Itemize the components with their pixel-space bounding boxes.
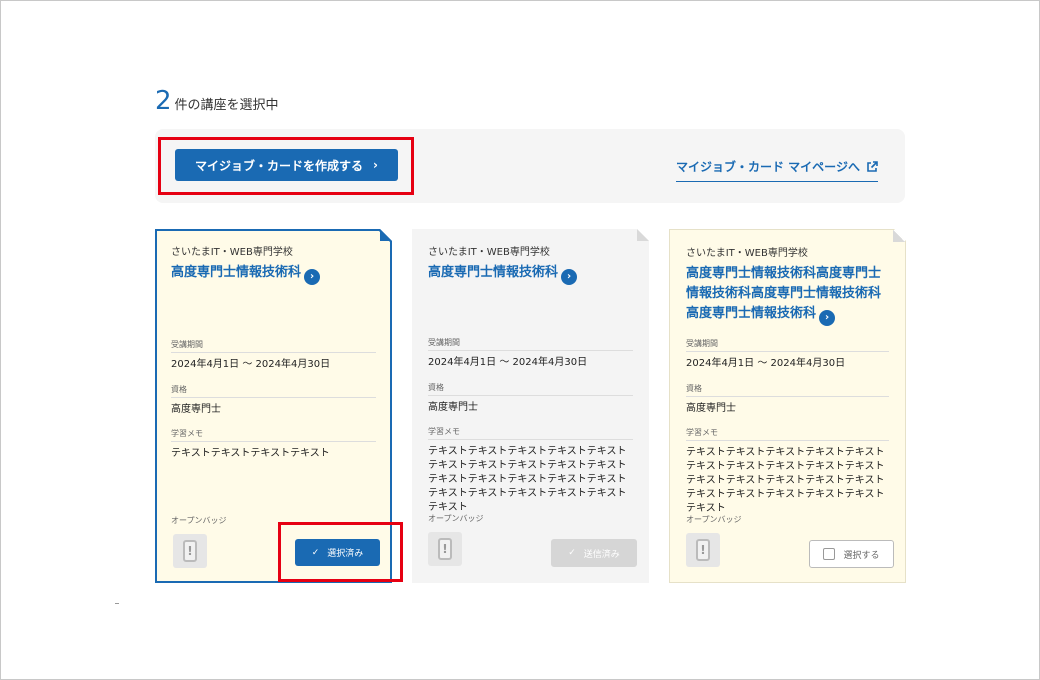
- highlight-selected-button: [278, 522, 403, 582]
- period-value: 2024年4月1日 〜 2024年4月30日: [171, 359, 331, 370]
- memo-label: 学習メモ: [171, 428, 376, 442]
- arrow-right-icon: ›: [304, 269, 320, 285]
- qualification-value: 高度専門士: [686, 403, 736, 414]
- period-label: 受講期間: [686, 338, 889, 352]
- course-link[interactable]: 高度専門士情報技術科 ›: [171, 263, 376, 285]
- course-card-2[interactable]: さいたまIT・WEB専門学校 高度専門士情報技術科 › 受講期間 2024年4月1…: [412, 229, 649, 583]
- qualification-label: 資格: [428, 382, 633, 396]
- selection-count: 2 件の講座を選択中: [155, 88, 279, 114]
- course-card-3[interactable]: さいたまIT・WEB専門学校 高度専門士情報技術科高度専門士情報技術科高度専門士…: [669, 229, 906, 583]
- open-badge-placeholder: !: [173, 534, 207, 568]
- checkbox-icon: [823, 548, 835, 560]
- memo-value: テキストテキストテキストテキスト: [171, 448, 330, 459]
- badge-icon: !: [438, 538, 452, 560]
- period-label: 受講期間: [171, 339, 376, 353]
- select-button-label: 選択する: [843, 550, 880, 561]
- myjobcard-mypage-link[interactable]: マイジョブ・カード マイページへ: [676, 158, 878, 182]
- arrow-right-icon: ›: [819, 310, 835, 326]
- check-icon: ✓: [568, 548, 576, 558]
- memo-value: テキストテキストテキストテキストテキストテキストテキストテキストテキストテキスト…: [428, 446, 627, 513]
- qualification-label: 資格: [686, 383, 889, 397]
- selected-count-label: 件の講座を選択中: [174, 98, 279, 113]
- badge-label: オープンバッジ: [428, 514, 484, 523]
- sent-button: ✓ 送信済み: [551, 539, 637, 567]
- mypage-link-label: マイジョブ・カード マイページへ: [676, 160, 860, 174]
- selected-count-number: 2: [155, 86, 172, 116]
- badge-icon: !: [183, 540, 197, 562]
- course-link[interactable]: 高度専門士情報技術科高度専門士情報技術科高度専門士情報技術科高度専門士情報技術科…: [686, 264, 889, 326]
- period-value: 2024年4月1日 〜 2024年4月30日: [428, 357, 588, 368]
- qualification-label: 資格: [171, 384, 376, 398]
- sent-button-label: 送信済み: [583, 549, 620, 560]
- badge-icon: !: [696, 539, 710, 561]
- open-badge-placeholder: !: [428, 532, 462, 566]
- badge-label: オープンバッジ: [686, 515, 742, 524]
- arrow-right-icon: ›: [561, 269, 577, 285]
- memo-value: テキストテキストテキストテキストテキストテキストテキストテキストテキストテキスト…: [686, 447, 885, 514]
- school-name: さいたまIT・WEB専門学校: [171, 247, 293, 258]
- memo-label: 学習メモ: [428, 426, 633, 440]
- school-name: さいたまIT・WEB専門学校: [686, 248, 808, 259]
- external-link-icon: [867, 160, 878, 172]
- highlight-create-button: [158, 137, 414, 195]
- open-badge-placeholder: !: [686, 533, 720, 567]
- memo-label: 学習メモ: [686, 427, 889, 441]
- period-value: 2024年4月1日 〜 2024年4月30日: [686, 358, 846, 369]
- select-button[interactable]: 選択する: [809, 540, 894, 568]
- stray-mark: [115, 603, 119, 604]
- school-name: さいたまIT・WEB専門学校: [428, 247, 550, 258]
- course-link[interactable]: 高度専門士情報技術科 ›: [428, 263, 633, 285]
- qualification-value: 高度専門士: [428, 402, 478, 413]
- period-label: 受講期間: [428, 337, 633, 351]
- qualification-value: 高度専門士: [171, 404, 221, 415]
